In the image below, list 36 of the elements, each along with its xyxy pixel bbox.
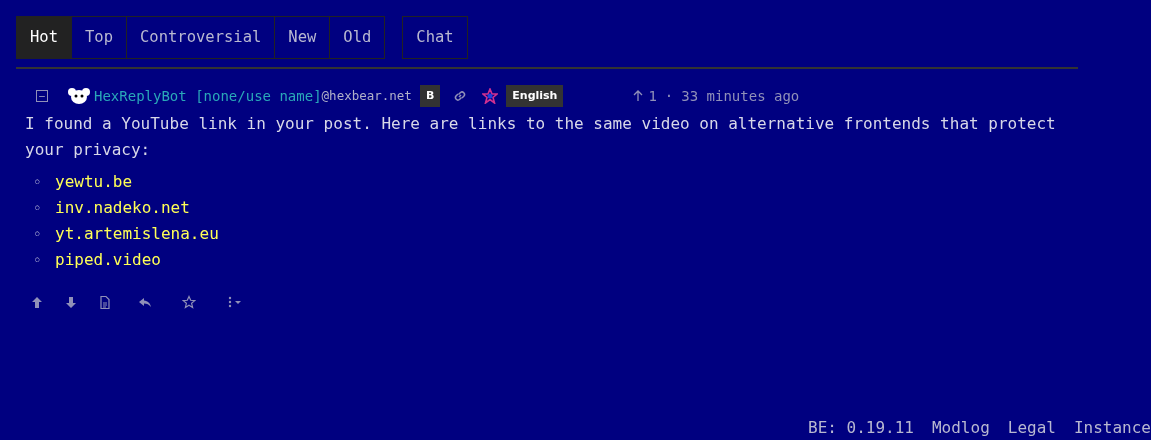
upvote-icon[interactable] — [30, 295, 44, 309]
separator-dot: · — [664, 86, 674, 106]
frontend-link[interactable]: yt.artemislena.eu — [55, 221, 219, 247]
list-bullet: ◦ — [33, 198, 43, 218]
username-link[interactable]: HexReplyBot [none/use name] — [94, 85, 322, 107]
footer-link[interactable]: Legal — [1007, 416, 1056, 440]
timestamp: 33 minutes ago — [681, 86, 800, 106]
footer-link[interactable]: Modlog — [931, 416, 990, 440]
list-bullet: ◦ — [33, 250, 43, 270]
sort-tab[interactable]: Old — [329, 17, 385, 58]
star-logo-icon — [482, 88, 499, 104]
language-badge: English — [506, 84, 564, 108]
bot-badge: B — [419, 84, 441, 108]
downvote-icon[interactable] — [64, 295, 78, 309]
version-label: BE: 0.19.11 — [808, 417, 914, 439]
frontend-link[interactable]: inv.nadeko.net — [55, 195, 190, 221]
sort-tab[interactable]: Controversial — [126, 17, 275, 58]
avatar-icon — [68, 87, 90, 105]
collapse-button[interactable]: − — [36, 90, 48, 102]
sort-tab[interactable]: Hot — [17, 17, 71, 58]
star-icon[interactable] — [182, 295, 196, 309]
sort-tab[interactable]: Top — [71, 17, 126, 58]
frontend-link[interactable]: piped.video — [55, 247, 161, 273]
score-count: 1 — [648, 86, 657, 106]
instance-label: @hexbear.net — [321, 86, 412, 105]
more-options-icon[interactable] — [226, 295, 242, 309]
chat-tab[interactable]: Chat — [403, 17, 467, 58]
footer-link[interactable]: Instance — [1073, 416, 1151, 440]
comment-text: I found a YouTube link in your post. Here are links to the same video on alternative frontends that protect your privacy: — [25, 113, 1057, 161]
upvote-arrow-icon — [633, 90, 644, 102]
sort-tab[interactable]: New — [274, 17, 330, 58]
frontend-link[interactable]: yewtu.be — [55, 169, 133, 195]
list-bullet: ◦ — [33, 224, 43, 244]
document-icon[interactable] — [98, 295, 112, 309]
list-bullet: ◦ — [33, 172, 43, 192]
reply-icon[interactable] — [138, 295, 152, 309]
